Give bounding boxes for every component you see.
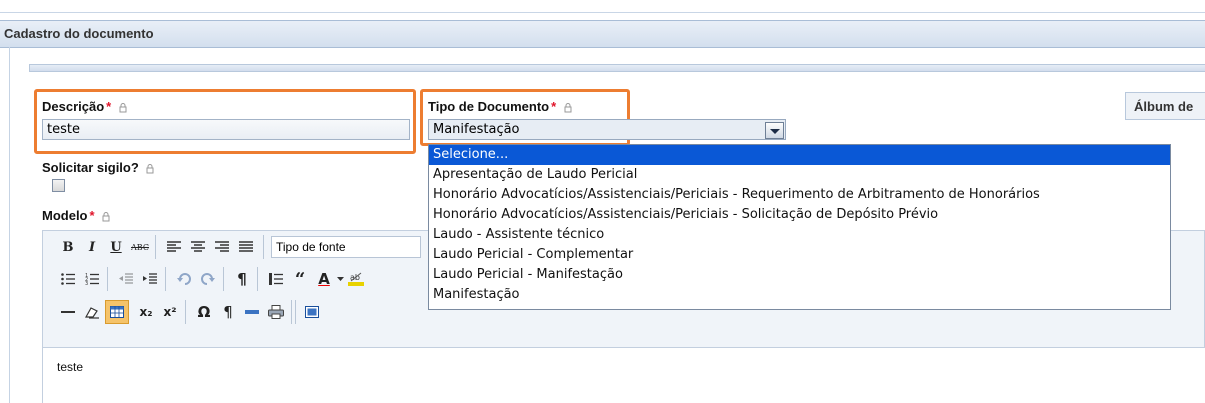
special-char-button[interactable]: Ω [193,301,215,323]
required-mark: * [106,99,112,114]
editor-text: teste [57,360,84,374]
lock-icon [102,211,110,222]
undo-icon[interactable] [173,268,195,290]
bold-button[interactable]: B [57,236,79,258]
align-left-icon[interactable] [163,236,185,258]
dropdown-option[interactable]: Laudo Pericial - Complementar [429,245,1170,265]
dropdown-option[interactable]: Laudo - Assistente técnico [429,225,1170,245]
superscript-button[interactable]: x² [159,301,181,323]
font-color-button[interactable]: A [313,268,335,290]
redo-icon[interactable] [197,268,219,290]
align-center-icon[interactable] [187,236,209,258]
top-divider [0,12,1205,13]
toolbar-separator [257,267,258,291]
toolbar-separator [263,235,264,259]
nonbreaking-button[interactable]: ¶ [217,301,239,323]
toolbar-separator [155,235,156,259]
descricao-label: Descrição * [42,99,127,114]
required-mark: * [551,99,557,114]
chevron-down-icon[interactable] [765,122,784,139]
descricao-input[interactable]: teste [42,119,410,140]
tipo-label-text: Tipo de Documento [428,99,550,114]
descricao-label-text: Descrição [42,99,105,114]
outdent-icon[interactable] [115,268,137,290]
align-right-icon[interactable] [211,236,233,258]
dropdown-option[interactable]: Selecione... [429,145,1170,165]
panel-left-border [9,47,10,403]
highlight-color-icon[interactable]: ab [345,268,367,290]
lock-icon [119,102,127,113]
toolbar-separator [291,300,292,324]
tipo-select[interactable]: Manifestação [428,119,786,140]
sigilo-label-text: Solicitar sigilo? [42,160,139,175]
fullscreen-icon[interactable] [301,301,323,323]
tab-album[interactable]: Álbum de [1125,92,1205,120]
toolbar-separator [295,300,296,324]
toolbar-separator [165,267,166,291]
align-justify-icon[interactable] [235,236,257,258]
subscript-button[interactable]: x₂ [135,301,157,323]
tipo-dropdown-list: Selecione... Apresentação de Laudo Peric… [428,144,1171,310]
dropdown-option[interactable]: Honorário Advocatícios/Assistenciais/Per… [429,185,1170,205]
font-color-dropdown-icon[interactable] [335,268,345,290]
dropdown-option[interactable]: Honorário Advocatícios/Assistenciais/Per… [429,205,1170,225]
print-icon[interactable] [265,301,287,323]
bullet-list-icon[interactable] [57,268,79,290]
lock-icon [564,102,572,113]
modelo-label-text: Modelo [42,208,88,223]
svg-text:3: 3 [85,281,88,285]
dropdown-option[interactable]: Apresentação de Laudo Pericial [429,165,1170,185]
page-break-icon[interactable] [241,301,263,323]
underline-button[interactable]: U [105,236,127,258]
tipo-label: Tipo de Documento * [428,99,572,114]
blockquote-icon[interactable] [265,268,287,290]
font-family-select[interactable]: Tipo de fonte [271,236,421,258]
dropdown-option[interactable]: Manifestação [429,285,1170,305]
table-icon[interactable] [105,300,129,324]
horizontal-rule-icon[interactable] [57,301,79,323]
editor-content-area[interactable]: teste [42,348,1205,403]
toolbar-separator [223,267,224,291]
strikethrough-button[interactable]: ABC [129,236,151,258]
toolbar-separator [185,300,186,324]
inner-section-bar [29,64,1205,72]
panel-title: Cadastro do documento [4,26,154,41]
dropdown-option[interactable]: Laudo Pericial - Manifestação [429,265,1170,285]
paragraph-button[interactable]: ¶ [231,268,253,290]
quote-button[interactable]: “ [289,268,311,290]
modelo-label: Modelo * [42,208,110,223]
italic-button[interactable]: I [81,236,103,258]
sigilo-checkbox[interactable] [52,179,65,192]
lock-icon [146,163,154,174]
numbered-list-icon[interactable]: 123 [81,268,103,290]
required-mark: * [89,208,95,223]
tab-album-label: Álbum de [1134,99,1194,114]
sigilo-label: Solicitar sigilo? [42,160,154,175]
eraser-icon[interactable] [81,301,103,323]
toolbar-separator [107,267,108,291]
panel-header: Cadastro do documento [0,20,1205,48]
indent-icon[interactable] [139,268,161,290]
